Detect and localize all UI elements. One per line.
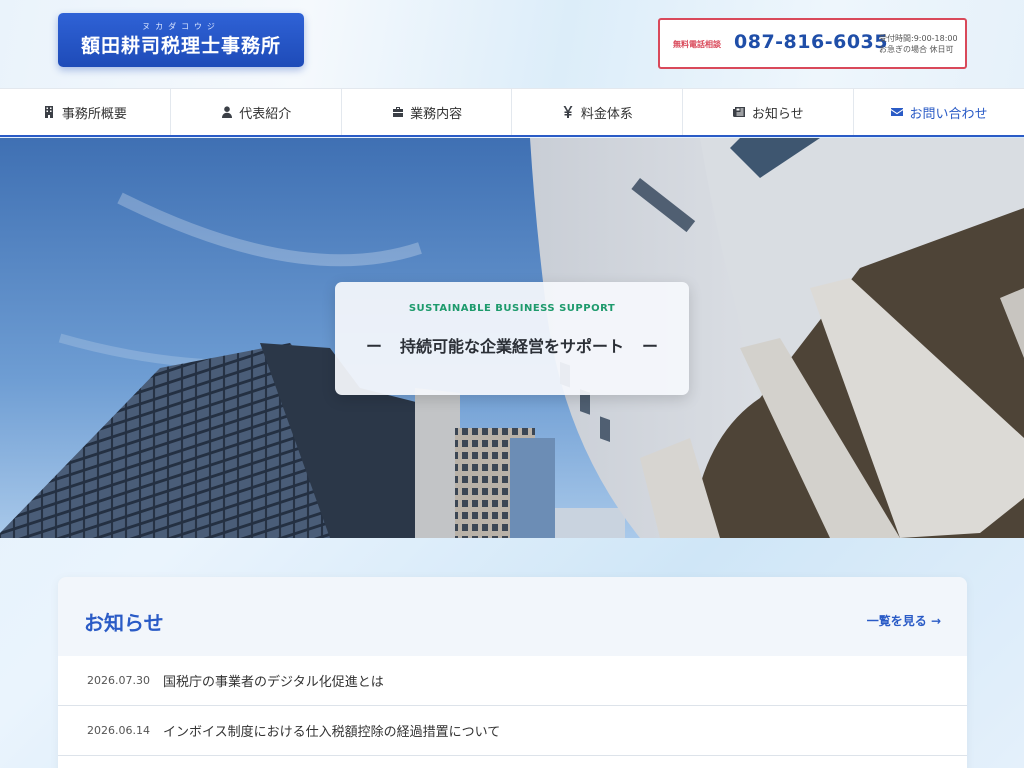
news-date: 2026.06.14: [87, 724, 150, 737]
phone-label: 無料電話相談: [673, 40, 721, 49]
hours-line-1: 受付時間:9:00-18:00: [879, 34, 958, 43]
news-title: インボイス制度における仕入税額控除の経過措置について: [163, 725, 501, 740]
nav-label: 料金体系: [580, 106, 633, 122]
hero-title: ー持続可能な企業経営をサポートー: [335, 333, 689, 357]
hours-line-2: お急ぎの場合 休日可: [879, 45, 954, 54]
logo-title: 額田耕司税理士事務所: [80, 35, 281, 57]
news-item[interactable]: 2026.06.14 インボイス制度における仕入税額控除の経過措置について: [58, 706, 967, 756]
nav-label: お知らせ: [751, 106, 804, 122]
user-icon: [220, 106, 233, 119]
nav-item-contact[interactable]: お問い合わせ: [854, 89, 1024, 135]
news-item[interactable]: 2026.07.30 国税庁の事業者のデジタル化促進とは: [58, 656, 967, 706]
briefcase-icon: [391, 106, 404, 119]
news-section: お知らせ 一覧を見る → 2026.07.30 国税庁の事業者のデジタル化促進と…: [58, 577, 967, 768]
nav-item-news[interactable]: お知らせ: [683, 89, 855, 135]
site-header: ヌカダコウジ 額田耕司税理士事務所 無料電話相談 087-816-6035 受付…: [0, 0, 1024, 88]
news-title: 国税庁の事業者のデジタル化促進とは: [163, 675, 384, 690]
nav-item-representative[interactable]: 代表紹介: [171, 89, 342, 135]
news-more-link[interactable]: 一覧を見る →: [867, 612, 941, 629]
envelope-icon: [891, 106, 904, 119]
nav-item-fees[interactable]: 料金体系: [512, 89, 684, 135]
nav-item-office[interactable]: 事務所概要: [0, 89, 171, 135]
phone-contact-box[interactable]: 無料電話相談 087-816-6035 受付時間:9:00-18:00 お急ぎの…: [658, 18, 967, 69]
nav-item-services[interactable]: 業務内容: [342, 89, 513, 135]
hero-card: SUSTAINABLE BUSINESS SUPPORT ー持続可能な企業経営を…: [335, 282, 689, 395]
news-date: 2026.07.30: [87, 674, 150, 687]
hero-subtitle: SUSTAINABLE BUSINESS SUPPORT: [408, 303, 616, 314]
nav-label: 事務所概要: [61, 106, 127, 122]
hero-dash-left: ー: [365, 337, 382, 356]
newspaper-icon: [733, 106, 746, 119]
news-list: 2026.07.30 国税庁の事業者のデジタル化促進とは 2026.06.14 …: [58, 656, 967, 768]
building-icon: [43, 106, 56, 119]
nav-label: お問い合わせ: [909, 106, 988, 122]
phone-number[interactable]: 087-816-6035: [734, 31, 888, 53]
hero-dash-right: ー: [642, 337, 659, 356]
news-item[interactable]: [58, 756, 967, 768]
hero-banner: SUSTAINABLE BUSINESS SUPPORT ー持続可能な企業経営を…: [0, 138, 1024, 538]
nav-label: 代表紹介: [239, 106, 292, 122]
phone-hours: 受付時間:9:00-18:00 お急ぎの場合 休日可: [879, 33, 958, 55]
hero-title-text: 持続可能な企業経営をサポート: [399, 337, 624, 356]
news-heading: お知らせ: [84, 611, 164, 635]
site-logo[interactable]: ヌカダコウジ 額田耕司税理士事務所: [58, 13, 304, 67]
nav-label: 業務内容: [410, 106, 463, 122]
yen-icon: [562, 106, 575, 119]
global-nav: 事務所概要 代表紹介 業務内容 料金体系 お知らせ お問い合わせ: [0, 88, 1024, 137]
